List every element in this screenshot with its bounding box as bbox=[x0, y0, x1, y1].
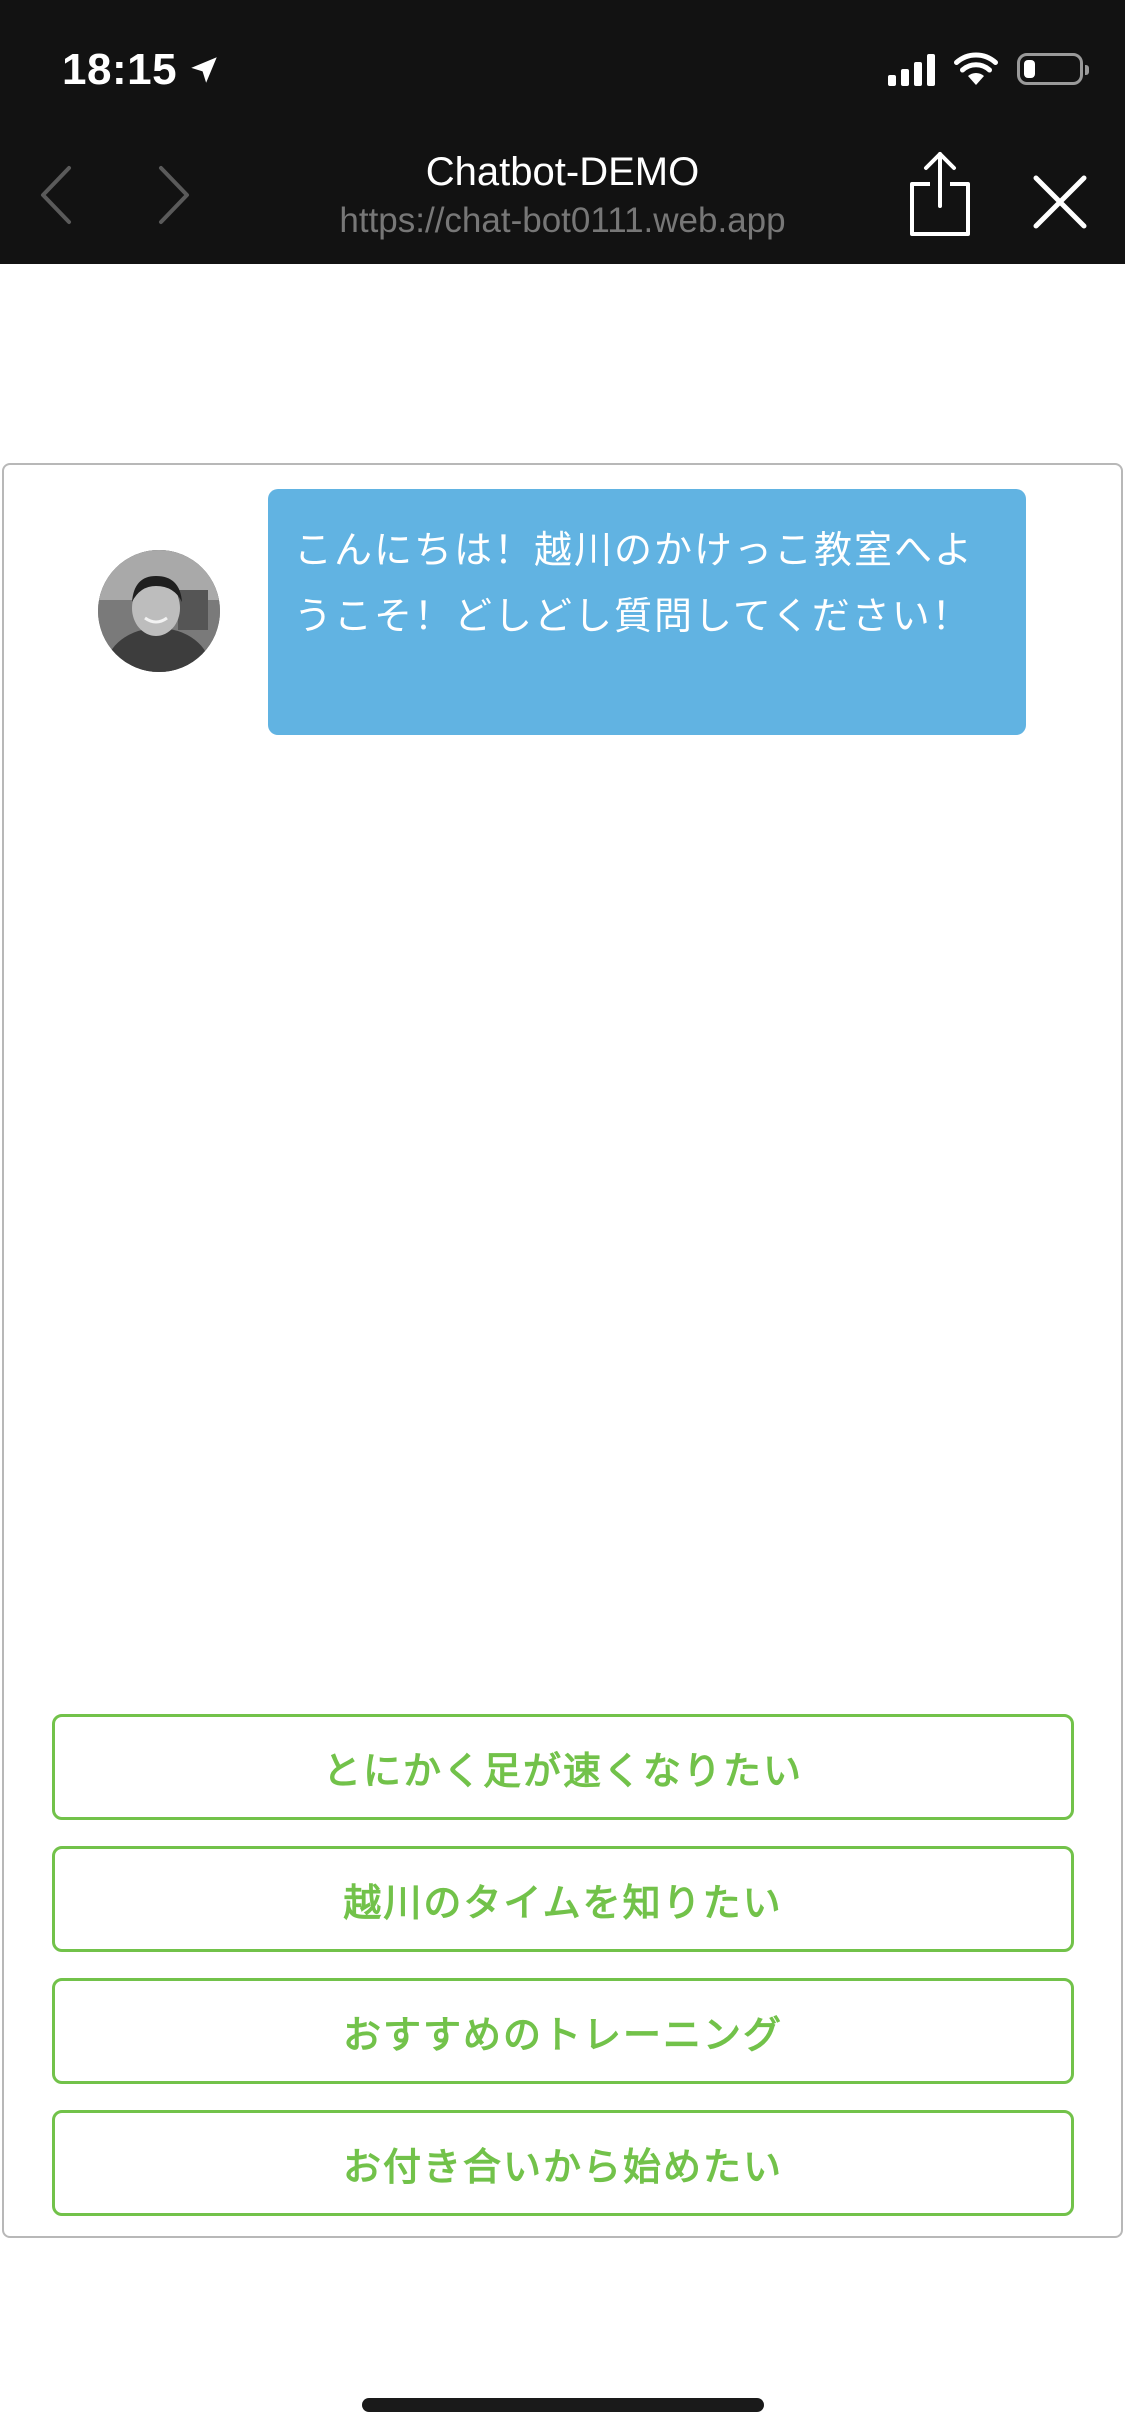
share-icon bbox=[910, 152, 970, 236]
bot-avatar bbox=[98, 550, 220, 672]
bot-message-bubble: こんにちは！越川のかけっこ教室へようこそ！どしどし質問してください！ bbox=[268, 489, 1026, 735]
choice-button-training[interactable]: おすすめのトレーニング bbox=[52, 1978, 1074, 2084]
status-icons bbox=[888, 44, 1089, 94]
share-button[interactable] bbox=[908, 148, 972, 238]
avatar-photo bbox=[98, 550, 220, 672]
location-arrow-icon bbox=[191, 57, 217, 83]
status-time: 18:15 bbox=[62, 40, 221, 100]
choice-button-time[interactable]: 越川のタイムを知りたい bbox=[52, 1846, 1074, 1952]
choice-button-dating[interactable]: お付き合いから始めたい bbox=[52, 2110, 1074, 2216]
home-indicator[interactable] bbox=[362, 2398, 764, 2412]
close-icon bbox=[1033, 175, 1087, 229]
cellular-signal-icon bbox=[888, 52, 935, 86]
battery-icon bbox=[1017, 53, 1089, 85]
close-button[interactable] bbox=[1030, 172, 1090, 232]
top-bar: 18:15 Chatbot-DEMO https://chat-bot0111.… bbox=[0, 0, 1125, 264]
choice-button-faster[interactable]: とにかく足が速くなりたい bbox=[52, 1714, 1074, 1820]
status-time-label: 18:15 bbox=[62, 45, 178, 94]
wifi-icon bbox=[954, 52, 998, 85]
